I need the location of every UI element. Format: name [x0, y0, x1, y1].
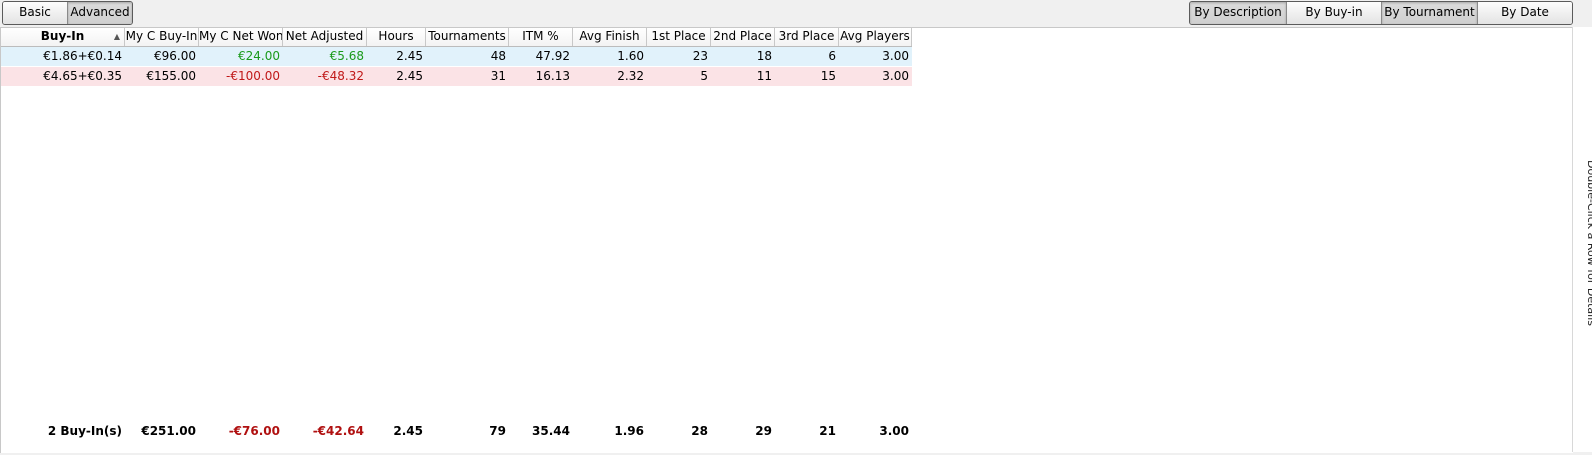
by-tournament-button[interactable]: By Tournament	[1381, 2, 1477, 24]
cell-itm-percent: 16.13	[535, 69, 570, 83]
cell-my-c-net-won: €24.00	[238, 49, 280, 63]
cell-3rd-place: 15	[820, 69, 836, 83]
total-1st-place: 28	[691, 424, 708, 438]
cell-3rd-place: 6	[828, 49, 836, 63]
column-header-hours[interactable]: Hours	[367, 28, 426, 46]
total-3rd-place: 21	[819, 424, 836, 438]
column-header-3rd-place[interactable]: 3rd Place	[775, 28, 839, 46]
cell-hours: 2.45	[396, 69, 423, 83]
by-buy-in-button[interactable]: By Buy-in	[1286, 2, 1381, 24]
cell-tournaments: 31	[490, 69, 506, 83]
by-description-button[interactable]: By Description	[1190, 2, 1286, 24]
view-mode-toggle: Basic Advanced	[2, 1, 133, 25]
table-row[interactable]: €1.86+€0.14 €96.00 €24.00 €5.68 2.45 48 …	[1, 47, 912, 66]
total-buy-in-count: 2 Buy-In(s)	[47, 424, 122, 438]
column-header-1st-place[interactable]: 1st Place	[647, 28, 711, 46]
total-avg-finish: 1.96	[614, 424, 644, 438]
column-header-my-c-net-won[interactable]: My C Net Won	[199, 28, 283, 46]
cell-hours: 2.45	[396, 49, 423, 63]
group-by-toggle: By Description By Buy-in By Tournament B…	[1189, 1, 1573, 25]
sort-ascending-icon: ▲	[113, 32, 120, 41]
total-hours: 2.45	[393, 424, 423, 438]
column-header-net-adjusted[interactable]: Net Adjusted	[283, 28, 367, 46]
column-header-avg-finish[interactable]: Avg Finish	[573, 28, 647, 46]
toolbar: Basic Advanced By Description By Buy-in …	[0, 0, 1592, 27]
double-click-hint: Double-Click a Row for Details	[1585, 160, 1592, 327]
total-itm-percent: 35.44	[532, 424, 570, 438]
total-avg-players: 3.00	[879, 424, 909, 438]
column-header-buy-in[interactable]: Buy-In ▲	[1, 28, 125, 46]
cell-buy-in: €1.86+€0.14	[43, 49, 122, 63]
table-row[interactable]: €4.65+€0.35 €155.00 -€100.00 -€48.32 2.4…	[1, 67, 912, 86]
column-header-label: Buy-In	[40, 29, 85, 43]
total-2nd-place: 29	[755, 424, 772, 438]
total-my-c-buy-in: €251.00	[141, 424, 196, 438]
total-net-adjusted: -€42.64	[312, 424, 364, 438]
total-tournaments: 79	[489, 424, 506, 438]
cell-2nd-place: 11	[756, 69, 772, 83]
cell-avg-players: 3.00	[882, 49, 909, 63]
table-header: Buy-In ▲ My C Buy-In My C Net Won Net Adj…	[1, 28, 912, 47]
column-header-tournaments[interactable]: Tournaments	[426, 28, 509, 46]
results-table-panel	[0, 27, 1573, 453]
total-my-c-net-won: -€76.00	[228, 424, 280, 438]
cell-avg-finish: 1.60	[617, 49, 644, 63]
cell-itm-percent: 47.92	[535, 49, 570, 63]
cell-buy-in: €4.65+€0.35	[43, 69, 122, 83]
advanced-button[interactable]: Advanced	[67, 2, 132, 24]
cell-my-c-buy-in: €96.00	[154, 49, 196, 63]
cell-my-c-net-won: -€100.00	[226, 69, 280, 83]
cell-my-c-buy-in: €155.00	[146, 69, 196, 83]
cell-tournaments: 48	[490, 49, 506, 63]
cell-net-adjusted: €5.68	[329, 49, 364, 63]
cell-1st-place: 23	[692, 49, 708, 63]
cell-1st-place: 5	[700, 69, 708, 83]
column-header-my-c-buy-in[interactable]: My C Buy-In	[125, 28, 199, 46]
basic-button[interactable]: Basic	[3, 2, 67, 24]
totals-row: 2 Buy-In(s) €251.00 -€76.00 -€42.64 2.45…	[1, 422, 912, 441]
cell-net-adjusted: -€48.32	[317, 69, 364, 83]
cell-avg-players: 3.00	[882, 69, 909, 83]
cell-2nd-place: 18	[756, 49, 772, 63]
column-header-itm-percent[interactable]: ITM %	[509, 28, 573, 46]
column-header-avg-players[interactable]: Avg Players	[839, 28, 912, 46]
column-header-2nd-place[interactable]: 2nd Place	[711, 28, 775, 46]
cell-avg-finish: 2.32	[617, 69, 644, 83]
by-date-button[interactable]: By Date	[1477, 2, 1572, 24]
